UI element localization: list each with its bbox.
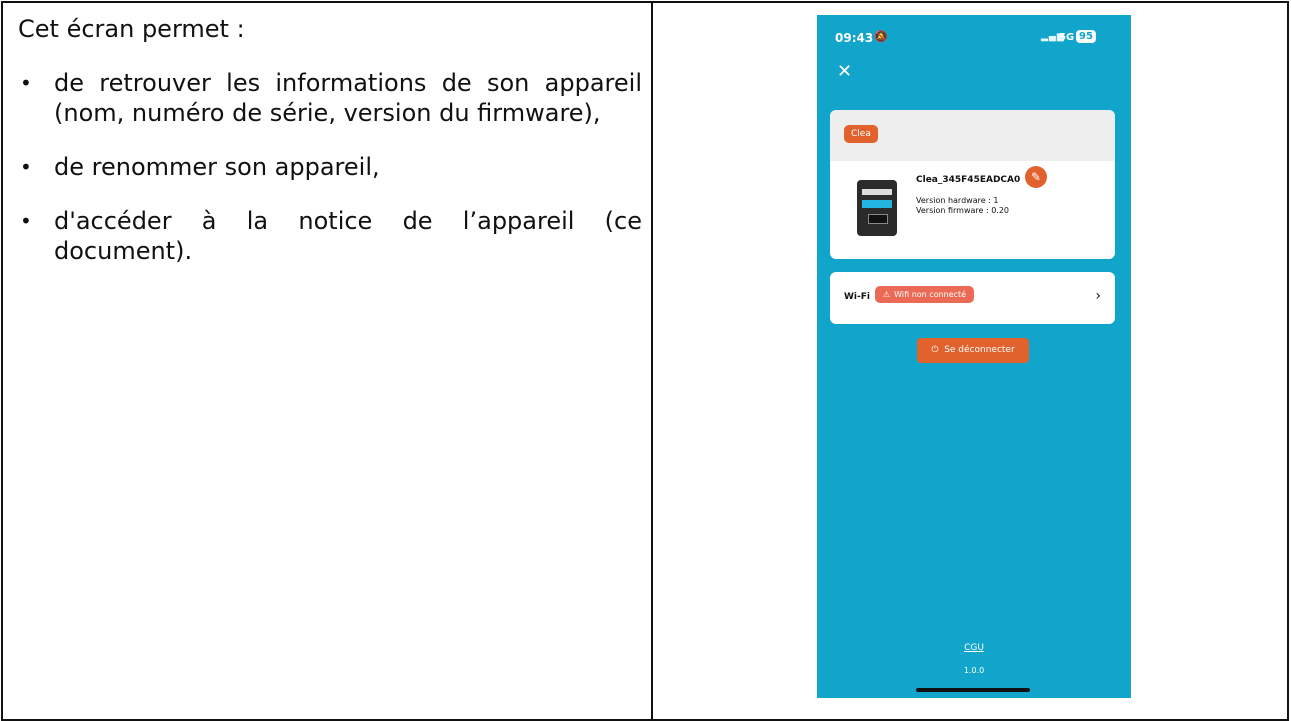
intro-text: Cet écran permet : <box>18 15 245 43</box>
device-name: Clea_345F45EADCA0 <box>916 175 1021 185</box>
wifi-label: Wi-Fi <box>844 292 870 302</box>
device-card-header: Clea <box>830 110 1115 161</box>
home-indicator[interactable] <box>916 688 1030 692</box>
edit-pencil-icon[interactable]: ✎ <box>1025 166 1047 188</box>
cgu-link[interactable]: CGU <box>817 643 1131 653</box>
status-time: 09:43 <box>835 31 874 45</box>
app-version: 1.0.0 <box>963 666 985 675</box>
bullet-icon: • <box>20 71 32 95</box>
column-divider <box>651 1 653 721</box>
feature-list: • de retrouver les informations de son ap… <box>18 68 642 266</box>
bullet-icon: • <box>20 155 32 179</box>
status-bar: 09:43 🔕 ▂▄▆ 5G 95 <box>817 15 1131 55</box>
list-item: • de renommer son appareil, <box>20 153 380 181</box>
firmware-version: Version firmware : 0.20 <box>916 206 1010 215</box>
power-icon: ⏻ <box>931 345 939 355</box>
wifi-status-badge: ⚠ Wifi non connecté <box>875 286 975 303</box>
close-icon[interactable]: ✕ <box>837 61 852 82</box>
warning-icon: ⚠ <box>883 290 891 299</box>
device-type-badge: Clea <box>844 125 878 143</box>
hardware-version: Version hardware : 1 <box>916 196 999 205</box>
list-item: • de retrouver les informations de son ap… <box>20 69 642 127</box>
device-card: Clea Clea_345F45EADCA0 ✎ Version hardwar… <box>830 110 1115 259</box>
description-column: Cet écran permet : • de retrouver les inf… <box>18 14 642 290</box>
bullet-icon: • <box>20 209 32 233</box>
logout-button[interactable]: ⏻ Se déconnecter <box>917 338 1029 363</box>
wifi-row[interactable]: Wi-Fi ⚠ Wifi non connecté › <box>830 272 1115 324</box>
list-item: • d'accéder à la notice de l’appareil (ce… <box>20 207 642 265</box>
network-type: 5G <box>1059 32 1075 43</box>
chevron-right-icon: › <box>1095 288 1101 304</box>
phone-screenshot: 09:43 🔕 ▂▄▆ 5G 95 ✕ Clea Clea_345F45EADC… <box>817 15 1131 698</box>
battery-badge: 95 <box>1076 30 1096 43</box>
bell-slash-icon: 🔕 <box>874 30 888 43</box>
device-image <box>857 180 897 236</box>
